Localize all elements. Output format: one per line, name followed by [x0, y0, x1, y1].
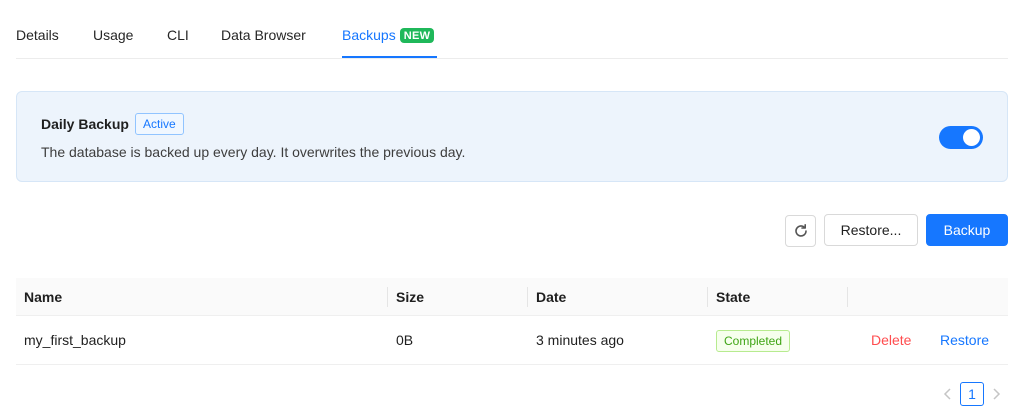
backup-date: 3 minutes ago — [536, 332, 624, 348]
new-badge: NEW — [399, 28, 435, 43]
column-divider — [387, 287, 388, 307]
restore-backup-button[interactable]: Restore... — [824, 214, 918, 246]
tab-details[interactable]: Details — [16, 27, 59, 43]
daily-backup-card: Daily Backup Active The database is back… — [16, 91, 1008, 182]
backup-name: my_first_backup — [24, 332, 126, 348]
status-badge: Active — [135, 113, 184, 135]
table-row: my_first_backup 0B 3 minutes ago Complet… — [16, 316, 1008, 365]
column-divider — [707, 287, 708, 307]
state-badge: Completed — [716, 330, 791, 352]
column-header-size: Size — [396, 289, 425, 305]
refresh-icon — [795, 224, 807, 237]
column-header-date: Date — [536, 289, 567, 305]
chevron-right-icon[interactable] — [989, 386, 1003, 402]
toggle-knob — [963, 129, 980, 146]
restore-backup-link[interactable]: Restore — [940, 332, 989, 348]
refresh-button[interactable] — [785, 215, 816, 247]
create-backup-button[interactable]: Backup — [926, 214, 1008, 246]
active-tab-indicator — [342, 56, 437, 58]
pagination-page-1[interactable]: 1 — [960, 382, 984, 406]
column-divider — [847, 287, 848, 307]
tab-usage[interactable]: Usage — [93, 27, 133, 43]
daily-backup-title: Daily Backup — [41, 116, 129, 132]
tab-backups-label: Backups — [342, 27, 396, 43]
chevron-left-icon[interactable] — [941, 386, 955, 402]
backups-table: Name Size Date State my_first_backup 0B … — [16, 278, 1008, 365]
tab-data-browser[interactable]: Data Browser — [221, 27, 306, 43]
column-header-state: State — [716, 289, 751, 305]
tab-bar: Details Usage CLI Data Browser Backups NE… — [16, 0, 1008, 59]
column-header-name: Name — [24, 289, 63, 305]
tab-backups[interactable]: Backups NEW — [342, 27, 435, 43]
delete-backup-link[interactable]: Delete — [871, 332, 911, 348]
daily-backup-toggle[interactable] — [939, 126, 983, 149]
table-header: Name Size Date State — [16, 278, 1008, 316]
backup-size: 0B — [396, 332, 414, 348]
column-divider — [527, 287, 528, 307]
tab-cli[interactable]: CLI — [167, 27, 189, 43]
daily-backup-description: The database is backed up every day. It … — [41, 144, 466, 160]
